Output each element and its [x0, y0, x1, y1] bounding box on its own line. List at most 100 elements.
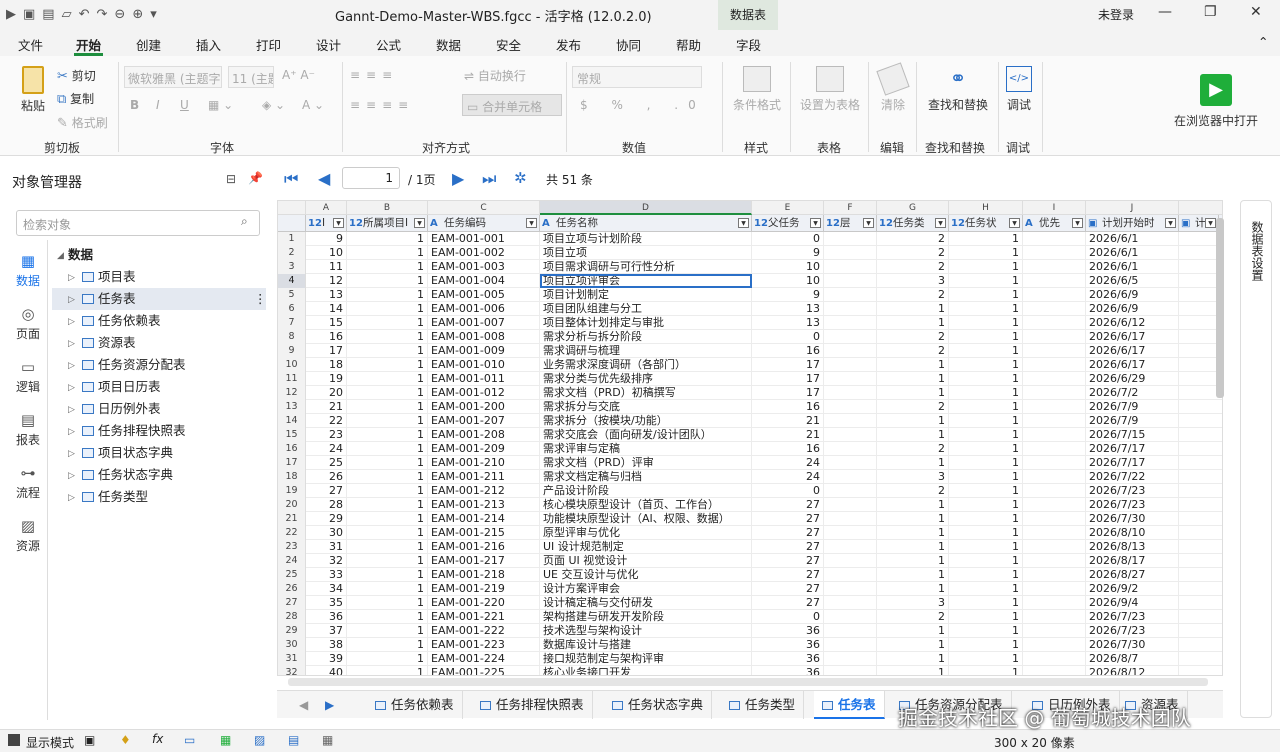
column-header[interactable]: F [824, 201, 877, 215]
field-header[interactable]: 12 任务类 ▼ [877, 215, 949, 232]
table-cell[interactable] [1023, 316, 1086, 330]
table-cell[interactable]: 1 [347, 512, 428, 526]
row-number[interactable]: 27 [278, 596, 306, 610]
expand-icon[interactable]: ▷ [68, 355, 75, 377]
row-number[interactable]: 7 [278, 316, 306, 330]
table-cell[interactable] [824, 624, 877, 638]
table-cell[interactable] [1023, 288, 1086, 302]
table-cell[interactable] [1023, 582, 1086, 596]
number-format-icons[interactable]: $ % , .0 [580, 98, 706, 112]
table-cell[interactable]: 10 [752, 260, 824, 274]
field-header[interactable]: 12 父任务 ▼ [752, 215, 824, 232]
table-cell[interactable]: 1 [877, 316, 949, 330]
tree-item[interactable]: ▷ 任务资源分配表 [52, 354, 266, 376]
table-cell[interactable] [1023, 428, 1086, 442]
display-mode-label[interactable]: 显示模式 [26, 734, 74, 751]
table-cell[interactable]: 1 [949, 260, 1023, 274]
table-cell[interactable]: 1 [347, 358, 428, 372]
table-cell[interactable] [824, 484, 877, 498]
table-cell[interactable]: 设计稿定稿与交付研发 [540, 596, 752, 610]
table-cell[interactable]: 1 [347, 302, 428, 316]
table-cell[interactable]: 项目立项评审会 [540, 274, 752, 288]
row-number[interactable]: 30 [278, 638, 306, 652]
table-cell[interactable]: EAM-001-215 [428, 526, 540, 540]
table-cell[interactable]: 1 [949, 358, 1023, 372]
table-cell[interactable]: 22 [306, 414, 347, 428]
table-cell[interactable] [1023, 260, 1086, 274]
table-cell[interactable] [824, 512, 877, 526]
expand-icon[interactable]: ◢ [57, 245, 64, 267]
table-cell[interactable]: 27 [306, 484, 347, 498]
doc-icon[interactable]: ▤ [42, 7, 54, 22]
table-cell[interactable]: EAM-001-009 [428, 344, 540, 358]
row-number[interactable]: 20 [278, 498, 306, 512]
table-cell[interactable]: 数据库设计与搭建 [540, 638, 752, 652]
table-cell[interactable]: 2026/7/9 [1086, 414, 1179, 428]
table-settings-panel[interactable]: 数据表设置 [1240, 200, 1272, 718]
number-format-select[interactable]: 常规 [572, 66, 702, 88]
table-cell[interactable] [1023, 540, 1086, 554]
row-number[interactable]: 22 [278, 526, 306, 540]
table-cell[interactable]: 需求文档定稿与归档 [540, 470, 752, 484]
table-cell[interactable] [824, 582, 877, 596]
table-cell[interactable] [824, 358, 877, 372]
table-cell[interactable] [1023, 232, 1086, 246]
table-cell[interactable] [1023, 484, 1086, 498]
font-family-select[interactable]: 微软雅黑 (主题字) [124, 66, 222, 88]
table-cell[interactable]: 需求拆分（按模块/功能） [540, 414, 752, 428]
table-cell[interactable]: 1 [949, 498, 1023, 512]
debug-button[interactable]: </> 调试 [1004, 66, 1034, 113]
table-cell[interactable]: 19 [306, 372, 347, 386]
table-cell[interactable]: 27 [752, 582, 824, 596]
table-cell[interactable]: 1 [877, 526, 949, 540]
table-cell[interactable]: 1 [347, 316, 428, 330]
table-cell[interactable]: 0 [752, 232, 824, 246]
run-icon[interactable]: ▶ [6, 7, 16, 22]
table-cell[interactable]: 12 [306, 274, 347, 288]
vertical-scrollbar[interactable] [1216, 218, 1224, 398]
table-cell[interactable]: 17 [752, 358, 824, 372]
table-cell[interactable]: 10 [752, 274, 824, 288]
table-cell[interactable] [1023, 498, 1086, 512]
table-cell[interactable]: 业务需求深度调研（各部门） [540, 358, 752, 372]
table-cell[interactable]: 需求交底会（面向研发/设计团队） [540, 428, 752, 442]
collapse-panel-icon[interactable]: ⊟ [226, 172, 236, 186]
row-number[interactable]: 26 [278, 582, 306, 596]
conditional-format-button[interactable]: 条件格式 [732, 66, 782, 113]
table-cell[interactable]: 1 [949, 582, 1023, 596]
table-cell[interactable]: 1 [949, 484, 1023, 498]
last-page-icon[interactable]: ⏭ [482, 169, 496, 189]
table-cell[interactable]: EAM-001-211 [428, 470, 540, 484]
layout-icon[interactable]: ▤ [288, 733, 299, 747]
table-cell[interactable]: 26 [306, 470, 347, 484]
field-header[interactable]: ▣ 计 ▼ [1179, 215, 1219, 232]
prev-page-icon[interactable]: ◀ [318, 169, 330, 188]
table-cell[interactable]: EAM-001-219 [428, 582, 540, 596]
tab-publish[interactable]: 发布 [556, 35, 581, 54]
field-header[interactable]: 12 任务状 ▼ [949, 215, 1023, 232]
terminal-icon[interactable]: ▣ [84, 733, 95, 747]
table-cell[interactable] [824, 288, 877, 302]
table-cell[interactable]: 1 [949, 568, 1023, 582]
table-cell[interactable]: EAM-001-225 [428, 666, 540, 675]
table-cell[interactable]: 2 [877, 330, 949, 344]
table-cell[interactable]: 21 [752, 414, 824, 428]
table-cell[interactable]: 2 [877, 484, 949, 498]
expand-icon[interactable]: ▷ [68, 333, 75, 355]
collapse-ribbon-icon[interactable]: ⌃ [1258, 34, 1268, 49]
table-cell[interactable]: 技术选型与架构设计 [540, 624, 752, 638]
row-number[interactable]: 24 [278, 554, 306, 568]
table-cell[interactable]: 1 [347, 624, 428, 638]
table-cell[interactable]: 2 [877, 610, 949, 624]
table-cell[interactable]: 1 [347, 526, 428, 540]
tab-help[interactable]: 帮助 [676, 35, 701, 54]
find-replace-button[interactable]: ⚭ 查找和替换 [925, 66, 991, 113]
clear-button[interactable]: 清除 [876, 62, 910, 113]
table-cell[interactable]: 1 [877, 372, 949, 386]
bold-icon[interactable]: B [130, 98, 139, 112]
table-cell[interactable] [1023, 400, 1086, 414]
table-cell[interactable] [1023, 414, 1086, 428]
table-cell[interactable]: 项目立项 [540, 246, 752, 260]
page-input[interactable]: 1 [342, 167, 400, 189]
table-cell[interactable]: EAM-001-012 [428, 386, 540, 400]
